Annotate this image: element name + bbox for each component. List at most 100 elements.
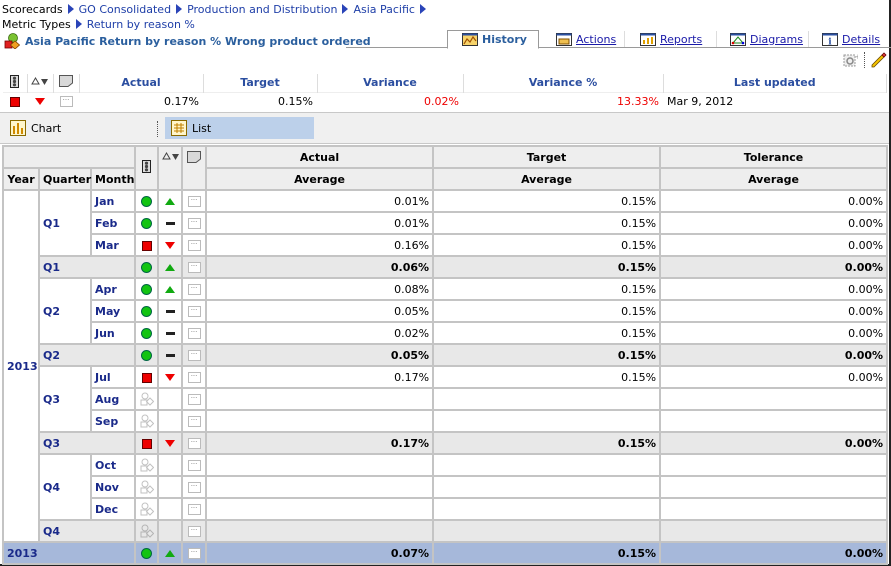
tolerance-value: 0.00%: [659, 189, 889, 213]
comments-button[interactable]: ···: [187, 460, 201, 471]
month-cell[interactable]: Apr: [89, 277, 137, 301]
col-group-tolerance: Tolerance: [659, 145, 889, 169]
chart-view-button[interactable]: Chart: [4, 117, 144, 139]
month-cell[interactable]: Dec: [89, 497, 137, 521]
tab-history[interactable]: History: [447, 30, 539, 49]
breadcrumb-return-by-reason[interactable]: Return by reason %: [87, 18, 195, 31]
status-cell: [134, 211, 160, 235]
actual-value: [205, 519, 435, 543]
comments-button[interactable]: ···: [187, 262, 201, 273]
comments-button[interactable]: ···: [187, 482, 201, 493]
month-cell[interactable]: Feb: [89, 211, 137, 235]
comments-button[interactable]: ···: [187, 372, 201, 383]
comments-button[interactable]: ···: [187, 196, 201, 207]
month-cell[interactable]: May: [89, 299, 137, 323]
actual-value: [205, 387, 435, 411]
comments-button[interactable]: ···: [187, 240, 201, 251]
year-total-row: 2013 ··· 0.07% 0.15% 0.00%: [1, 541, 889, 565]
breadcrumb-arrow-icon: [419, 4, 426, 14]
edit-pencil-icon[interactable]: [871, 52, 887, 68]
comments-button[interactable]: ···: [187, 350, 201, 361]
summary-header-target: Target: [203, 74, 318, 92]
comments-button[interactable]: ···: [187, 328, 201, 339]
tolerance-value: 0.00%: [659, 541, 889, 565]
tab-diagrams[interactable]: Diagrams: [730, 30, 803, 48]
comments-cell: ···: [181, 497, 208, 521]
comments-button[interactable]: ···: [187, 306, 201, 317]
quarter-total-label[interactable]: Q1: [37, 255, 137, 279]
comments-button[interactable]: ···: [59, 96, 73, 108]
trend-column-header[interactable]: [27, 74, 54, 92]
comments-cell: ···: [181, 343, 208, 367]
status-cell: [134, 409, 160, 433]
quarter-total-label[interactable]: Q3: [37, 431, 137, 455]
quarter-cell[interactable]: Q4: [38, 453, 92, 521]
metric-title: Asia Pacific Return by reason % Wrong pr…: [25, 34, 371, 48]
comments-button[interactable]: ···: [187, 284, 201, 295]
grid-trend-header: [157, 145, 184, 191]
comments-button[interactable]: ···: [187, 526, 201, 537]
quarter-total-label[interactable]: Q2: [37, 343, 137, 367]
month-cell[interactable]: Jun: [89, 321, 137, 345]
breadcrumb-go-consolidated[interactable]: GO Consolidated: [79, 3, 171, 16]
month-row: Nov ···: [3, 475, 889, 499]
trend-down-icon: [165, 242, 176, 249]
comments-button[interactable]: ···: [187, 416, 201, 427]
svg-text:+: +: [855, 53, 858, 61]
summary-header-variance: Variance: [317, 74, 464, 92]
breadcrumb-production-distribution[interactable]: Production and Distribution: [187, 3, 337, 16]
comments-button[interactable]: ···: [187, 438, 201, 449]
quarter-cell[interactable]: Q1: [38, 189, 92, 257]
trend-cell: [157, 189, 184, 213]
list-view-button[interactable]: List: [165, 117, 314, 139]
tab-reports[interactable]: Reports: [640, 30, 702, 48]
status-green-circle-icon: [141, 262, 153, 273]
breadcrumb-arrow-icon: [176, 4, 183, 14]
tolerance-value: [659, 409, 889, 433]
comments-cell: ···: [181, 189, 208, 213]
tab-actions[interactable]: Actions: [556, 30, 616, 48]
month-cell[interactable]: Aug: [89, 387, 137, 411]
comments-column-header[interactable]: [53, 74, 80, 92]
watch-settings-icon[interactable]: +: [843, 53, 858, 68]
comment-note-icon: [187, 151, 202, 163]
month-cell[interactable]: Nov: [89, 475, 137, 499]
status-column-header[interactable]: [3, 74, 28, 92]
comments-button[interactable]: ···: [187, 394, 201, 405]
trend-cell: [157, 321, 184, 345]
breadcrumb-asia-pacific[interactable]: Asia Pacific: [353, 3, 415, 16]
year-cell[interactable]: 2013: [2, 189, 40, 543]
reports-icon: [640, 32, 656, 46]
details-info-icon: i: [822, 32, 838, 46]
month-cell[interactable]: Oct: [89, 453, 137, 477]
summary-table: Actual Target Variance Variance % Last u…: [3, 74, 887, 110]
month-row: Q2 Apr ··· 0.08% 0.15% 0.00%: [3, 277, 889, 345]
comments-button[interactable]: ···: [187, 504, 201, 515]
quarter-total-label[interactable]: Q4: [37, 519, 137, 543]
year-total-label[interactable]: 2013: [1, 541, 137, 565]
tab-details[interactable]: i Details: [822, 30, 880, 48]
comments-cell: ···: [181, 365, 208, 389]
quarter-cell[interactable]: Q2: [38, 277, 92, 345]
trend-cell: [157, 497, 184, 521]
breadcrumb-metric-types[interactable]: Metric Types: [2, 18, 71, 31]
comments-button[interactable]: ···: [187, 548, 201, 559]
month-cell[interactable]: Jan: [89, 189, 137, 213]
quarter-cell[interactable]: Q3: [38, 365, 92, 433]
comments-cell: ···: [181, 387, 208, 411]
status-green-circle-icon: [141, 284, 153, 295]
month-row: Q4 Oct ···: [3, 453, 889, 521]
month-row: Q3 Jul ··· 0.17% 0.15% 0.00%: [3, 365, 889, 433]
month-cell[interactable]: Jul: [89, 365, 137, 389]
target-value: [432, 409, 662, 433]
month-cell[interactable]: Sep: [89, 409, 137, 433]
quarter-total-row: Q2 ··· 0.05% 0.15% 0.00%: [3, 343, 889, 367]
tolerance-value: [659, 497, 889, 521]
comments-button[interactable]: ···: [187, 218, 201, 229]
traffic-light-icon: [10, 74, 20, 88]
breadcrumb-scorecards[interactable]: Scorecards: [2, 3, 63, 16]
month-cell[interactable]: Mar: [89, 233, 137, 257]
dim-header-quarter: Quarter: [38, 167, 92, 191]
status-green-circle-icon: [141, 548, 153, 559]
actual-value: [205, 409, 435, 433]
